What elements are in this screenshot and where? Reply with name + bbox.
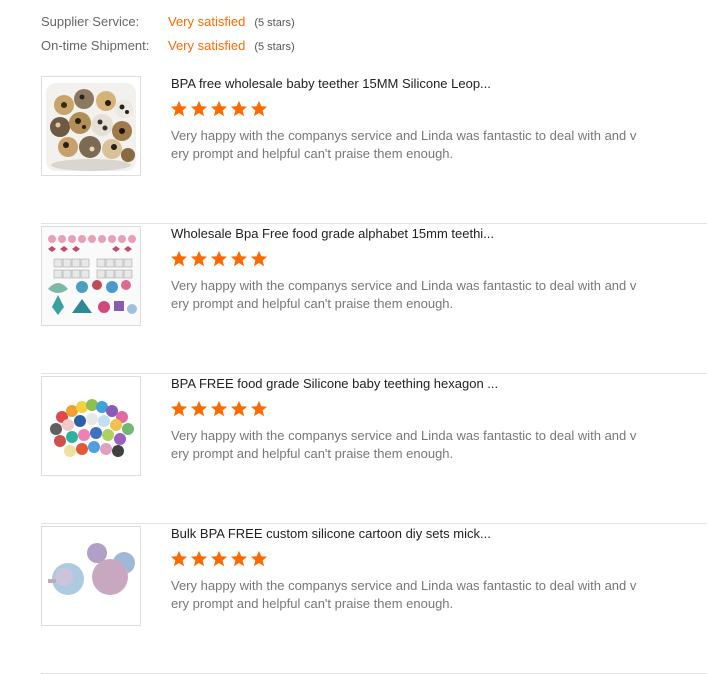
product-thumbnail[interactable] <box>41 226 141 326</box>
star-icon <box>170 400 188 417</box>
star-icon <box>190 550 208 567</box>
star-icon <box>170 250 188 267</box>
product-thumbnail[interactable] <box>41 526 141 626</box>
product-title-link[interactable]: Wholesale Bpa Free food grade alphabet 1… <box>171 226 494 241</box>
product-title-link[interactable]: Bulk BPA FREE custom silicone cartoon di… <box>171 526 491 541</box>
rating-value: Very satisfied <box>168 38 246 53</box>
product-title-link[interactable]: BPA FREE food grade Silicone baby teethi… <box>171 376 498 391</box>
comment-line: Very happy with the companys service and… <box>171 278 637 293</box>
star-icon <box>210 250 228 267</box>
review-star-rating <box>170 400 268 418</box>
comment-line: Very happy with the companys service and… <box>171 428 637 443</box>
comment-line: ery prompt and helpful can't praise them… <box>171 296 454 311</box>
comment-line: Very happy with the companys service and… <box>171 578 637 593</box>
review-comment: Very happy with the companys service and… <box>171 427 666 463</box>
review-comment: Very happy with the companys service and… <box>171 277 666 313</box>
supplier-ratings: Supplier Service: Very satisfied (5 star… <box>41 14 295 62</box>
star-icon <box>230 400 248 417</box>
rating-stars-text: (5 stars) <box>254 17 295 29</box>
star-icon <box>210 100 228 117</box>
supplier-service-rating: Supplier Service: Very satisfied (5 star… <box>41 14 295 38</box>
review-item: Wholesale Bpa Free food grade alphabet 1… <box>41 224 707 374</box>
alphabet-beads-set-image <box>42 227 140 325</box>
review-item: BPA FREE food grade Silicone baby teethi… <box>41 374 707 524</box>
product-thumbnail[interactable] <box>41 76 141 176</box>
comment-line: Very happy with the companys service and… <box>171 128 637 143</box>
review-comment: Very happy with the companys service and… <box>171 577 666 613</box>
comment-line: ery prompt and helpful can't praise them… <box>171 596 454 611</box>
star-icon <box>250 550 268 567</box>
star-icon <box>170 100 188 117</box>
review-star-rating <box>170 550 268 568</box>
hexagon-beads-pile-image <box>42 377 140 475</box>
review-list: BPA free wholesale baby teether 15MM Sil… <box>41 74 707 674</box>
comment-line: ery prompt and helpful can't praise them… <box>171 446 454 461</box>
review-item: BPA free wholesale baby teether 15MM Sil… <box>41 74 707 224</box>
star-icon <box>190 100 208 117</box>
review-comment: Very happy with the companys service and… <box>171 127 666 163</box>
star-icon <box>230 550 248 567</box>
comment-line: ery prompt and helpful can't praise them… <box>171 146 454 161</box>
star-icon <box>170 550 188 567</box>
star-icon <box>230 250 248 267</box>
star-icon <box>230 100 248 117</box>
rating-label: Supplier Service: <box>41 14 140 29</box>
mouse-head-beads-image <box>42 527 140 625</box>
star-icon <box>190 250 208 267</box>
review-star-rating <box>170 250 268 268</box>
review-star-rating <box>170 100 268 118</box>
rating-label: On-time Shipment: <box>41 38 150 53</box>
star-icon <box>250 400 268 417</box>
leopard-beads-jar-image <box>46 83 136 171</box>
star-icon <box>210 400 228 417</box>
star-icon <box>210 550 228 567</box>
star-icon <box>250 100 268 117</box>
rating-value: Very satisfied <box>168 14 246 29</box>
star-icon <box>250 250 268 267</box>
star-icon <box>190 400 208 417</box>
product-title-link[interactable]: BPA free wholesale baby teether 15MM Sil… <box>171 76 491 91</box>
on-time-shipment-rating: On-time Shipment: Very satisfied (5 star… <box>41 38 295 62</box>
product-thumbnail[interactable] <box>41 376 141 476</box>
rating-stars-text: (5 stars) <box>254 41 295 53</box>
review-item: Bulk BPA FREE custom silicone cartoon di… <box>41 524 707 674</box>
